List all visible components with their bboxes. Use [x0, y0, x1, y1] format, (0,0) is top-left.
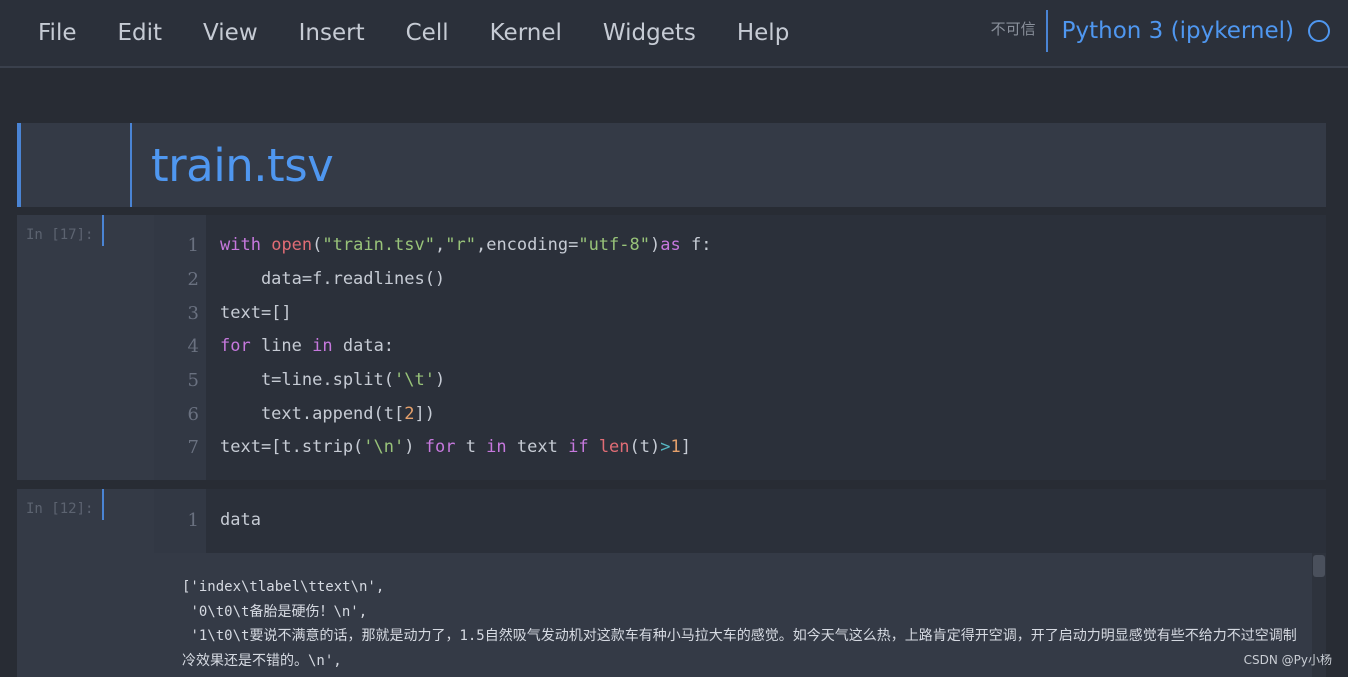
line-number: 6	[187, 403, 199, 425]
code-cell[interactable]: In [12]: 1 data	[17, 489, 1326, 553]
kernel-name[interactable]: Python 3 (ipykernel)	[1062, 18, 1294, 44]
trust-indicator[interactable]: 不可信	[991, 18, 1036, 39]
circle-outline-icon	[1308, 20, 1330, 42]
menu-help[interactable]: Help	[737, 0, 789, 66]
menu-insert[interactable]: Insert	[299, 0, 365, 66]
prompt-marker	[102, 215, 104, 246]
scrollbar-thumb[interactable]	[1313, 555, 1325, 577]
line-number: 1	[187, 234, 199, 256]
watermark: CSDN @Py小杨	[1243, 653, 1332, 667]
prompt-separator	[130, 123, 132, 207]
menu-view[interactable]: View	[203, 0, 258, 66]
code-text: t=line.split('\t')	[220, 370, 446, 390]
menu-widgets[interactable]: Widgets	[603, 0, 696, 66]
line-number: 1	[187, 509, 199, 531]
menu-items: File Edit View Insert Cell Kernel Widget…	[18, 0, 830, 66]
output-line: '1\t0\t要说不满意的话，那就是动力了，1.5自然吸气发动机对这款车有种小马…	[182, 628, 1297, 669]
menu-edit[interactable]: Edit	[118, 0, 163, 66]
code-editor[interactable]: 1 data	[154, 489, 1326, 553]
code-text: with open("train.tsv","r",encoding="utf-…	[220, 235, 712, 255]
kernel-separator	[1045, 10, 1048, 52]
code-text: text=[]	[220, 303, 292, 323]
code-text: text=[t.strip('\n') for t in text if len…	[220, 437, 691, 457]
code-text: data=f.readlines()	[220, 269, 446, 289]
markdown-cell[interactable]: train.tsv	[17, 123, 1326, 207]
menu-bar: File Edit View Insert Cell Kernel Widget…	[0, 0, 1348, 68]
code-text: for line in data:	[220, 336, 395, 356]
line-number: 3	[187, 302, 199, 324]
line-number: 2	[187, 268, 199, 290]
line-number: 7	[187, 436, 199, 458]
cell-selection-bar	[17, 123, 21, 207]
line-number: 4	[187, 335, 199, 357]
code-editor[interactable]: 1 with open("train.tsv","r",encoding="ut…	[154, 215, 1326, 480]
prompt-marker	[102, 489, 104, 520]
output-text: ['index\tlabel\ttext\n', '0\t0\t备胎是硬伤！\n…	[182, 575, 1302, 673]
markdown-heading: train.tsv	[151, 139, 334, 192]
code-cell[interactable]: In [17]: 1 with open("train.tsv","r",enc…	[17, 215, 1326, 480]
code-text: text.append(t[2])	[220, 404, 435, 424]
output-line: '0\t0\t备胎是硬伤！\n',	[182, 603, 368, 620]
menu-cell[interactable]: Cell	[406, 0, 449, 66]
code-text: data	[220, 510, 261, 530]
cell-prompt: In [17]:	[26, 227, 94, 243]
kernel-indicator-area: 不可信 Python 3 (ipykernel)	[991, 10, 1330, 52]
cell-output: ['index\tlabel\ttext\n', '0\t0\t备胎是硬伤！\n…	[17, 553, 1326, 677]
cell-prompt: In [12]:	[26, 501, 94, 517]
line-number: 5	[187, 369, 199, 391]
menu-kernel[interactable]: Kernel	[490, 0, 562, 66]
output-line: ['index\tlabel\ttext\n',	[182, 579, 385, 595]
menu-file[interactable]: File	[38, 0, 77, 66]
